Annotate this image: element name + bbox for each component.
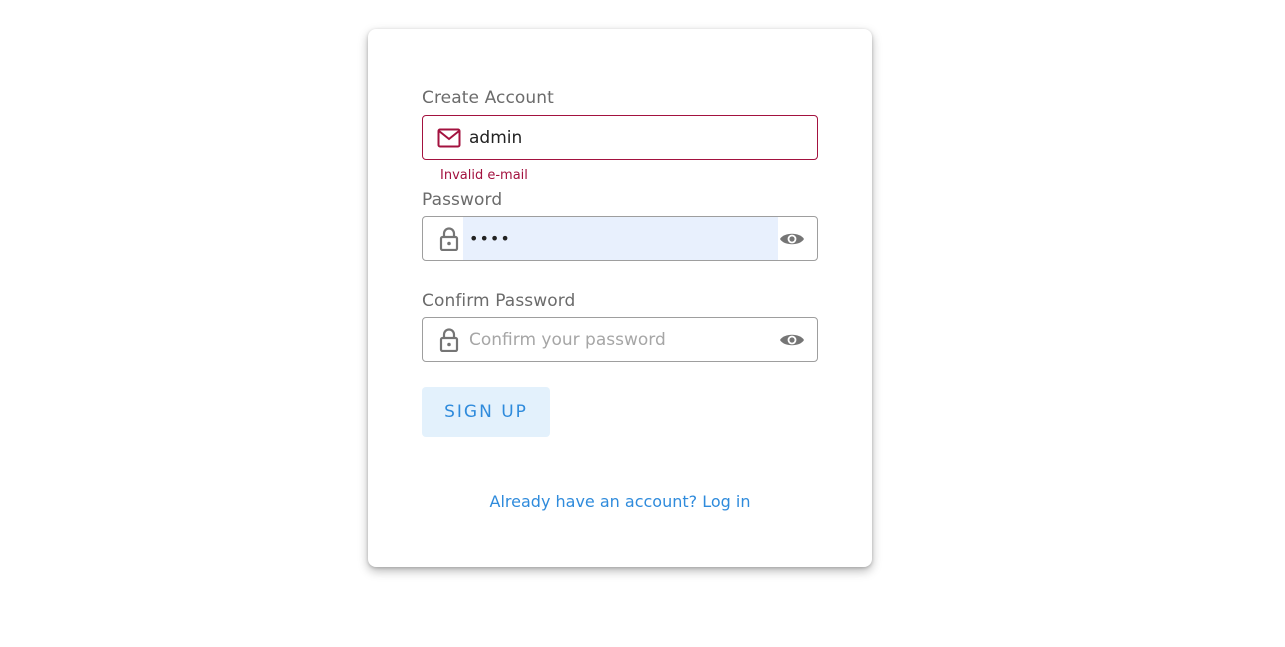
sign-up-button[interactable]: SIGN UP [422, 387, 550, 437]
email-field[interactable] [422, 115, 818, 160]
confirm-password-input[interactable] [463, 318, 771, 361]
email-error-text: Invalid e-mail [440, 168, 528, 183]
email-input[interactable] [463, 116, 803, 159]
login-link[interactable]: Already have an account? Log in [422, 492, 818, 511]
eye-icon[interactable] [779, 329, 805, 351]
password-label: Password [422, 190, 503, 210]
password-input[interactable] [463, 217, 771, 260]
confirm-password-label: Confirm Password [422, 291, 576, 311]
email-label: Create Account [422, 88, 554, 108]
eye-icon[interactable] [779, 228, 805, 250]
confirm-password-field[interactable] [422, 317, 818, 362]
password-field[interactable] [422, 216, 818, 261]
mail-icon [436, 126, 462, 150]
signup-card: Create Account Invalid e-mail Password [368, 29, 872, 567]
lock-icon [436, 328, 462, 352]
lock-icon [436, 227, 462, 251]
